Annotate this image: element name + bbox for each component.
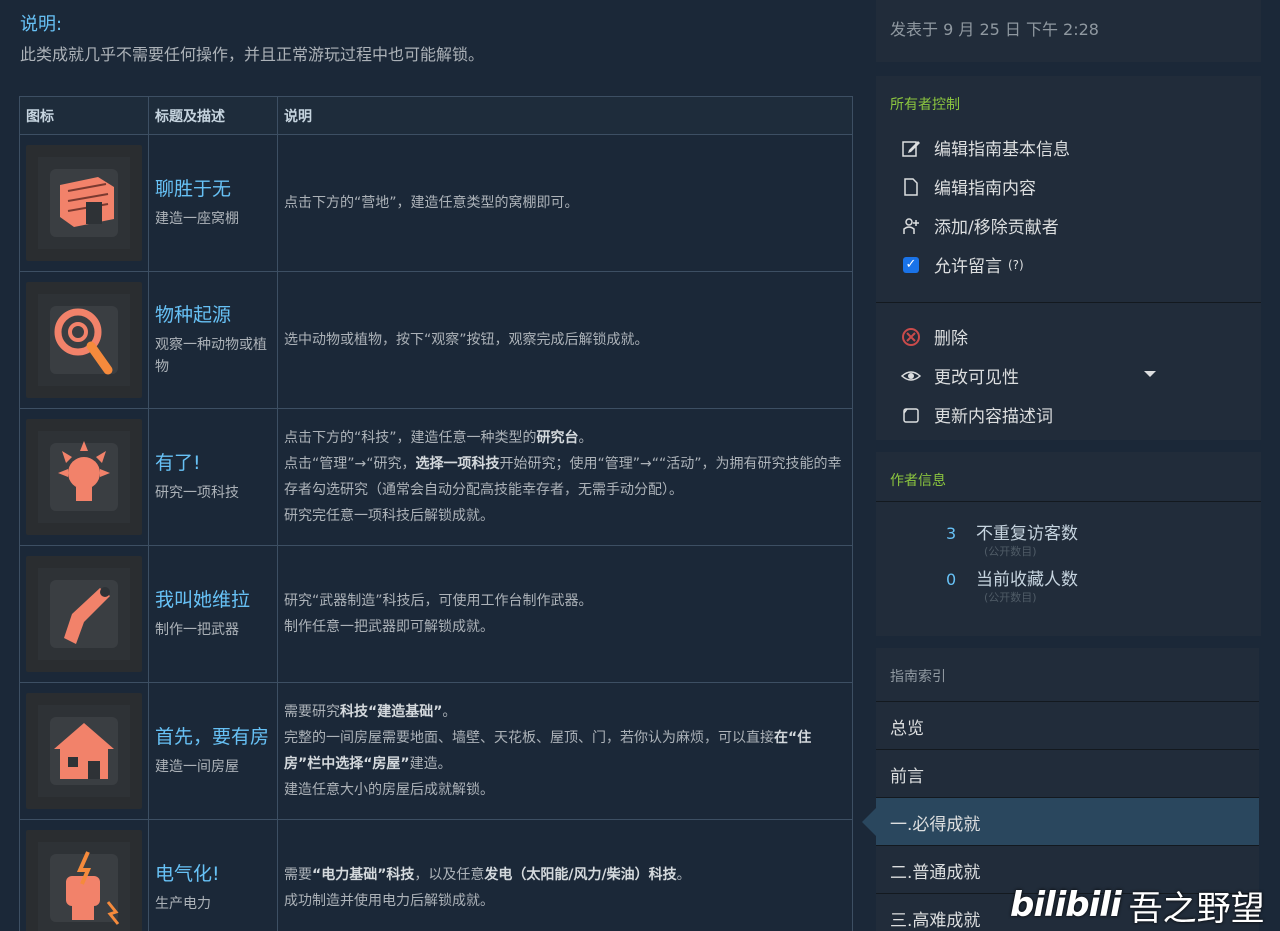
edit-guide-content-label: 编辑指南内容 [934,179,1036,199]
electric-fist-icon [26,830,142,931]
chevron-down-icon[interactable] [1144,371,1156,377]
achievement-name: 我叫她维拉 [155,589,251,611]
delete-icon [900,326,922,348]
header-note: 说明 [277,96,853,135]
note-line: 研究完任意一项科技后解锁成就。 [284,508,494,524]
allow-comments-toggle[interactable]: ✓ 允许留言 (?) [876,245,1261,284]
update-tags-label: 更新内容描述词 [934,407,1053,427]
achievement-table: 图标 标题及描述 说明 聊胜于无 建造一座窝棚 点击下方的“营地”，建造任意类型… [19,96,853,931]
bilibili-logo: bilibili [1010,885,1122,925]
table-row: 我叫她维拉 制作一把武器 研究“武器制造”科技后，可使用工作台制作武器。 制作任… [19,545,853,683]
index-item-preface[interactable]: 前言 [876,750,1259,798]
owner-controls-title: 所有者控制 [890,97,960,113]
edit-guide-content-link[interactable]: 编辑指南内容 [876,167,1261,206]
note-line: 需要“电力基础”科技，以及任意发电（太阳能/风力/柴油）科技。 [284,867,691,883]
table-row: 电气化! 生产电力 需要“电力基础”科技，以及任意发电（太阳能/风力/柴油）科技… [19,819,853,931]
document-icon [900,176,922,198]
note-line: 建造任意大小的房屋后成就解锁。 [284,782,494,798]
shelter-icon [26,145,142,261]
intro-title: 说明: [20,14,63,35]
delete-link[interactable]: 删除 [876,317,1261,356]
edit-icon [900,137,922,159]
owner-controls-panel: 所有者控制 编辑指南基本信息 编辑指南内容 添加/移除贡献者 ✓ 允许留言 (?… [876,76,1261,440]
shotgun-icon [26,556,142,672]
lightbulb-icon [26,419,142,535]
achievement-note: 点击下方的“营地”，建造任意类型的窝棚即可。 [284,195,579,211]
index-item-label: 一.必得成就 [890,815,981,835]
stat-sub: (公开数目) [984,545,1037,558]
stat-unique-visitors: 3 不重复访客数 (公开数目) [876,524,1261,560]
watermark-name: 吾之野望 [1128,888,1265,929]
add-remove-contributor-link[interactable]: 添加/移除贡献者 [876,206,1261,245]
achievement-note: 选中动物或植物，按下“观察”按钮，观察完成后解锁成就。 [284,332,649,348]
table-row: 物种起源 观察一种动物或植物 选中动物或植物，按下“观察”按钮，观察完成后解锁成… [19,271,853,409]
achievement-desc: 建造一间房屋 [155,759,239,775]
index-item-must-get[interactable]: 一.必得成就 [862,798,1259,846]
guide-index-title: 指南索引 [876,648,1259,702]
help-icon[interactable]: (?) [1008,258,1024,272]
tag-icon [900,404,922,426]
achievement-desc: 制作一把武器 [155,622,239,638]
intro-text: 此类成就几乎不需要任何操作，并且正常游玩过程中也可能解锁。 [20,45,485,64]
stat-value: 3 [946,524,957,543]
note-line: 制作任意一把武器即可解锁成就。 [284,619,494,635]
stat-label: 当前收藏人数 [976,570,1078,590]
delete-label: 删除 [934,329,968,349]
index-item-overview[interactable]: 总览 [876,702,1259,750]
magnifier-icon [26,282,142,398]
change-visibility-label: 更改可见性 [934,368,1019,388]
update-tags-link[interactable]: 更新内容描述词 [876,395,1261,434]
table-row: 有了! 研究一项科技 点击下方的“科技”，建造任意一种类型的研究台。 点击“管理… [19,408,853,546]
note-line: 研究“武器制造”科技后，可使用工作台制作武器。 [284,593,593,609]
note-line: 点击“管理”→“研究，选择一项科技开始研究；使用“管理”→““活动”，为拥有研究… [284,456,842,498]
edit-guide-info-link[interactable]: 编辑指南基本信息 [876,128,1261,167]
table-row: 聊胜于无 建造一座窝棚 点击下方的“营地”，建造任意类型的窝棚即可。 [19,134,853,272]
change-visibility-dropdown[interactable]: 更改可见性 [876,356,1261,395]
achievement-name: 物种起源 [155,304,232,326]
table-row: 首先，要有房 建造一间房屋 需要研究科技“建造基础”。 完整的一间房屋需要地面、… [19,682,853,820]
achievement-desc: 建造一座窝棚 [155,211,239,227]
posted-date: 发表于 9 月 25 日 下午 2:28 [876,0,1261,62]
achievement-name: 电气化! [155,863,220,885]
edit-guide-info-label: 编辑指南基本信息 [934,140,1070,160]
achievement-name: 有了! [155,452,201,474]
achievement-name: 首先，要有房 [155,726,270,748]
header-title: 标题及描述 [148,96,278,135]
achievement-desc: 观察一种动物或植物 [155,337,267,375]
watermark: bilibili 吾之野望 [1010,880,1265,930]
stat-value: 0 [946,570,957,589]
table-header-row: 图标 标题及描述 说明 [19,96,853,135]
achievement-desc: 研究一项科技 [155,485,239,501]
stat-label: 不重复访客数 [976,524,1078,544]
note-line: 点击下方的“科技”，建造任意一种类型的研究台。 [284,430,593,446]
eye-icon [900,365,922,387]
header-icon: 图标 [19,96,149,135]
stat-favorites: 0 当前收藏人数 (公开数目) [876,570,1261,606]
achievement-desc: 生产电力 [155,896,211,912]
note-line: 完整的一间房屋需要地面、墙壁、天花板、屋顶、门，若你认为麻烦，可以直接在“住房”… [284,730,812,772]
achievement-name: 聊胜于无 [155,178,232,200]
add-remove-contributor-label: 添加/移除贡献者 [934,218,1059,238]
stat-sub: (公开数目) [984,591,1037,604]
note-line: 需要研究科技“建造基础”。 [284,704,457,720]
active-indicator [862,808,876,836]
checkbox-icon[interactable]: ✓ [903,256,919,273]
author-info-title: 作者信息 [876,452,1261,502]
divider [876,302,1261,303]
allow-comments-label: 允许留言 [934,257,1002,277]
house-icon [26,693,142,809]
author-info-panel: 作者信息 3 不重复访客数 (公开数目) 0 当前收藏人数 (公开数目) [876,452,1261,636]
intro-section: 说明: 此类成就几乎不需要任何操作，并且正常游玩过程中也可能解锁。 [20,12,860,68]
add-contributor-icon [900,215,922,237]
note-line: 成功制造并使用电力后解锁成就。 [284,893,494,909]
